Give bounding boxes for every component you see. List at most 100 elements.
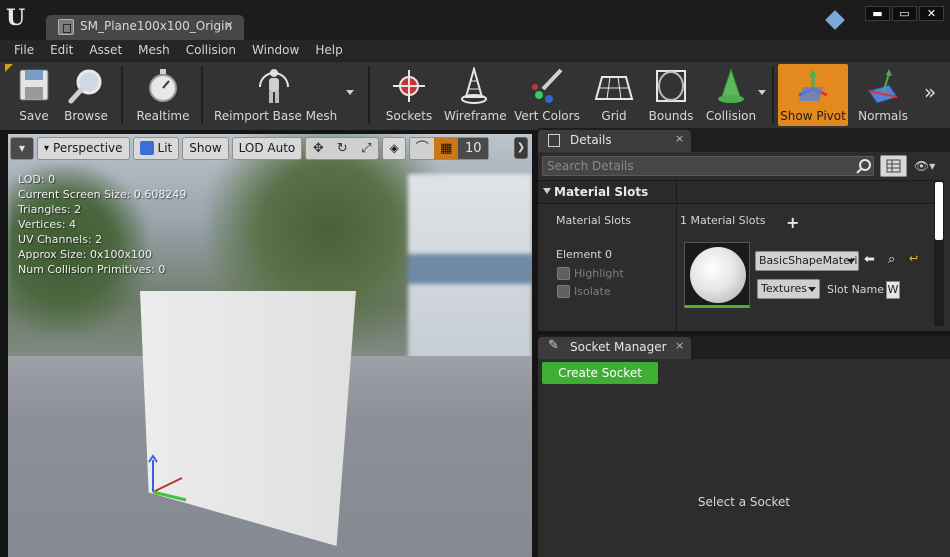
element-0-label: Element 0 xyxy=(556,248,613,261)
menu-mesh[interactable]: Mesh xyxy=(130,40,178,61)
minimize-button[interactable]: ▬ xyxy=(865,6,890,21)
stat-vertices: Vertices: 4 xyxy=(18,218,77,231)
highlight-label: Highlight xyxy=(574,267,624,280)
viewport-toolbar: ▾ ▾ Perspective Lit Show LOD Auto ✥ ↻ ⤢ … xyxy=(10,136,490,160)
lit-button[interactable]: Lit xyxy=(132,136,180,160)
details-icon xyxy=(548,134,560,147)
menu-bar: File Edit Asset Mesh Collision Window He… xyxy=(0,40,950,61)
tab-details[interactable]: Details × xyxy=(538,130,691,152)
sockets-button[interactable]: Sockets xyxy=(384,64,434,126)
transform-tools-group: ✥ ↻ ⤢ xyxy=(305,136,380,160)
toolbar-separator xyxy=(772,66,774,124)
bounds-button[interactable]: Bounds xyxy=(646,64,696,126)
material-slots-category[interactable]: Material Slots xyxy=(538,180,934,204)
realtime-button[interactable]: Realtime xyxy=(134,64,192,126)
stat-approx-size: Approx Size: 0x100x100 xyxy=(18,248,152,261)
details-tab-close-button[interactable]: × xyxy=(675,132,684,145)
textures-combo[interactable]: Textures xyxy=(757,279,820,299)
socket-icon: ✎ xyxy=(548,338,559,353)
highlight-checkbox[interactable] xyxy=(557,267,570,280)
toolbar-overflow-chevron-icon[interactable]: » xyxy=(924,80,937,104)
chevron-down-icon xyxy=(808,287,816,292)
perspective-button[interactable]: ▾ Perspective xyxy=(37,136,130,160)
close-window-button[interactable]: ✕ xyxy=(919,6,944,21)
menu-asset[interactable]: Asset xyxy=(81,40,130,61)
document-tab-close-button[interactable]: × xyxy=(224,18,234,32)
add-material-slot-icon[interactable]: + xyxy=(786,213,799,232)
sockets-icon xyxy=(389,67,429,105)
collision-button[interactable]: Collision xyxy=(704,64,758,126)
pivot-gizmo-icon xyxy=(148,454,187,502)
toolbar-separator xyxy=(201,66,203,124)
use-selected-asset-arrow-icon[interactable]: ⬅ xyxy=(864,252,875,267)
maximize-button[interactable]: ▭ xyxy=(892,6,917,21)
mesh-stats-overlay: LOD: 0 Current Screen Size: 0.608249 Tri… xyxy=(18,172,186,277)
surface-snap-icon[interactable]: ⌒ xyxy=(410,138,434,159)
reimport-options-caret[interactable] xyxy=(346,90,354,95)
menu-collision[interactable]: Collision xyxy=(178,40,244,61)
translate-icon[interactable]: ✥ xyxy=(306,138,330,159)
material-thumbnail[interactable] xyxy=(684,242,750,308)
viewport-options-button[interactable]: ▾ xyxy=(10,136,34,160)
vert-colors-button[interactable]: Vert Colors xyxy=(514,64,580,126)
document-tab[interactable]: SM_Plane100x100_Origin × xyxy=(46,15,244,40)
table-icon xyxy=(886,159,901,173)
rotate-icon[interactable]: ↻ xyxy=(330,138,354,159)
menu-edit[interactable]: Edit xyxy=(42,40,81,61)
material-slots-label: Material Slots xyxy=(556,214,631,227)
viewport-toolbar-collapse-icon[interactable]: ❯ xyxy=(514,137,528,159)
unreal-logo-icon[interactable]: U xyxy=(6,6,30,30)
vertex-colors-icon xyxy=(527,67,567,105)
tab-socket-manager[interactable]: ✎ Socket Manager × xyxy=(538,337,691,359)
feedback-icon[interactable] xyxy=(825,10,845,30)
normals-icon xyxy=(863,67,903,105)
details-scrollbar-thumb[interactable] xyxy=(935,182,943,240)
property-matrix-button[interactable] xyxy=(880,155,907,177)
details-search-row: Search Details 👁▾ xyxy=(542,155,946,178)
details-scrollbar[interactable] xyxy=(934,180,944,326)
reimport-mannequin-icon xyxy=(254,67,294,105)
wireframe-button[interactable]: Wireframe xyxy=(444,64,507,126)
lod-auto-button[interactable]: LOD Auto xyxy=(231,136,303,160)
isolate-checkbox[interactable] xyxy=(557,285,570,298)
browse-button[interactable]: Browse xyxy=(62,64,110,126)
search-details-input[interactable]: Search Details xyxy=(542,156,874,176)
slot-name-input[interactable]: W xyxy=(886,281,900,299)
socket-manager-tab-close-button[interactable]: × xyxy=(675,339,684,352)
static-mesh-editor: U SM_Plane100x100_Origin × ▬ ▭ ✕ File Ed… xyxy=(0,0,950,557)
show-button[interactable]: Show xyxy=(182,136,229,160)
details-tab-bar: Details × xyxy=(538,128,950,152)
camera-speed-button[interactable]: ◈ xyxy=(382,136,407,160)
column-divider[interactable] xyxy=(676,180,677,331)
grid-button[interactable]: Grid xyxy=(590,64,638,126)
scale-icon[interactable]: ⤢ xyxy=(354,138,378,159)
menu-window[interactable]: Window xyxy=(244,40,307,61)
snap-tools-group: ⌒ ▦ 10 xyxy=(409,136,490,160)
material-slots-count: 1 Material Slots xyxy=(680,214,766,227)
floppy-disk-icon xyxy=(14,67,54,105)
grid-snap-icon[interactable]: ▦ xyxy=(434,137,459,159)
menu-help[interactable]: Help xyxy=(307,40,350,61)
socket-manager-panel: ✎ Socket Manager × Create Socket Select … xyxy=(538,335,950,557)
reimport-base-mesh-button[interactable]: Reimport Base Mesh xyxy=(214,64,337,126)
details-panel: Details × Search Details 👁▾ Material Slo… xyxy=(538,128,950,331)
reset-to-default-icon[interactable]: ↩ xyxy=(909,252,918,265)
collision-options-caret[interactable] xyxy=(758,90,766,95)
menu-file[interactable]: File xyxy=(0,40,42,61)
view-options-eye-icon[interactable]: 👁▾ xyxy=(914,159,944,175)
material-picker-combo[interactable]: BasicShapeMateri xyxy=(755,251,859,271)
search-icon[interactable] xyxy=(856,158,872,174)
browse-asset-search-icon[interactable]: ⌕ xyxy=(888,252,895,267)
stat-triangles: Triangles: 2 xyxy=(18,203,82,216)
show-pivot-button[interactable]: Show Pivot xyxy=(778,64,848,126)
create-socket-button[interactable]: Create Socket xyxy=(542,362,658,384)
grid-snap-value[interactable]: 10 xyxy=(458,137,489,159)
save-button[interactable]: Save xyxy=(12,64,56,126)
mesh-viewport[interactable]: ▾ ▾ Perspective Lit Show LOD Auto ✥ ↻ ⤢ … xyxy=(8,134,532,557)
bounds-icon xyxy=(651,67,691,105)
main-toolbar: Save Browse Realtime Reimport Base Mesh xyxy=(0,61,950,130)
normals-button[interactable]: Normals xyxy=(856,64,910,126)
pivot-icon xyxy=(793,67,833,105)
stat-lod: LOD: 0 xyxy=(18,173,56,186)
select-socket-message: Select a Socket xyxy=(697,495,791,509)
